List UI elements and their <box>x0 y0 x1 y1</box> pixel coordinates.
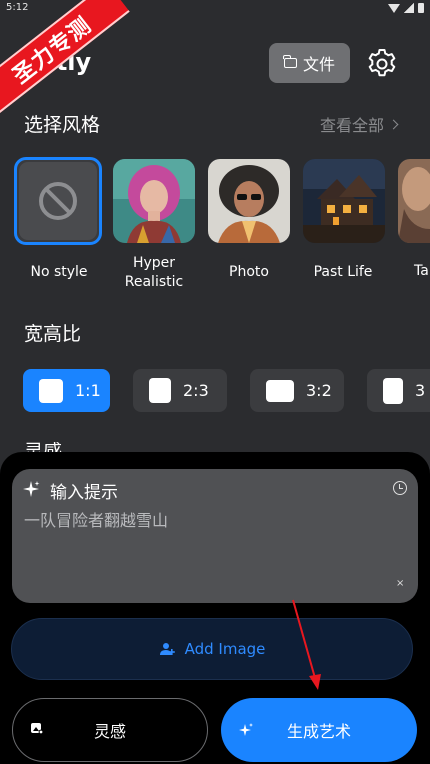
style-label-no-style: No style <box>30 264 88 280</box>
style-card-no-style[interactable] <box>14 157 102 245</box>
ratio-option-3-2[interactable]: 3:2 <box>250 369 344 412</box>
generate-sparkle-icon <box>239 723 253 736</box>
ratio-option-2-3[interactable]: 2:3 <box>133 369 227 412</box>
annotation-arrow <box>292 599 321 690</box>
prohibited-icon <box>39 182 77 220</box>
view-all-link[interactable]: 查看全部 <box>320 112 399 136</box>
prompt-title: 输入提示 <box>50 483 118 503</box>
ratio-portrait-icon <box>149 378 171 403</box>
style-card-past-life[interactable] <box>303 159 385 243</box>
ratio-label-more: 3 <box>415 381 426 400</box>
settings-button[interactable] <box>364 46 400 82</box>
add-image-label: Add Image <box>184 640 266 658</box>
ratio-option-more[interactable]: 3 <box>367 369 430 412</box>
photo-thumbnail <box>208 159 290 243</box>
ta-thumbnail <box>398 159 430 243</box>
status-icons <box>388 3 424 13</box>
clear-icon[interactable]: × <box>396 578 404 589</box>
ratio-landscape-icon <box>266 379 294 402</box>
image-edit-icon <box>31 723 44 735</box>
folder-icon <box>283 55 297 68</box>
style-card-photo[interactable] <box>208 159 290 243</box>
file-button-label: 文件 <box>302 55 335 74</box>
prompt-textarea[interactable]: 一队冒险者翻越雪山 <box>24 507 168 531</box>
chevron-right-icon <box>388 119 399 129</box>
ratio-tall-icon <box>383 377 403 404</box>
wifi-icon <box>388 3 400 13</box>
generate-label: 生成艺术 <box>286 722 351 741</box>
style-card-ta[interactable] <box>398 159 430 243</box>
style-label-hyper-line2: Realistic <box>124 274 184 290</box>
style-label-ta: Ta <box>414 263 429 279</box>
signal-icon <box>404 3 414 13</box>
style-label-past-life: Past Life <box>313 264 373 280</box>
aspect-section-title: 宽高比 <box>24 323 82 345</box>
gear-icon <box>368 49 396 77</box>
ratio-option-1-1[interactable]: 1:1 <box>23 369 110 412</box>
history-icon[interactable] <box>393 481 407 495</box>
add-person-icon <box>159 643 175 655</box>
style-label-hyper-line1: Hyper <box>132 255 176 271</box>
ratio-square-icon <box>39 378 63 403</box>
ratio-label-1-1: 1:1 <box>75 381 101 400</box>
battery-icon <box>418 3 424 13</box>
past-life-thumbnail <box>303 159 385 243</box>
style-label-hyper-realistic: Hyper Realistic <box>109 254 199 292</box>
file-button[interactable]: 文件 <box>269 43 350 83</box>
inspire-label: 灵感 <box>93 722 126 741</box>
style-label-photo: Photo <box>229 264 269 280</box>
ratio-label-3-2: 3:2 <box>306 381 332 400</box>
hyper-realistic-thumbnail <box>113 159 195 243</box>
ratio-label-2-3: 2:3 <box>183 381 209 400</box>
view-all-label: 查看全部 <box>320 116 385 135</box>
status-time: 5:12 <box>6 2 29 13</box>
style-card-hyper-realistic[interactable] <box>113 159 195 243</box>
styles-section-title: 选择风格 <box>24 114 101 136</box>
sparkle-icon <box>23 481 40 497</box>
add-image-button[interactable]: Add Image <box>11 618 413 680</box>
style-thumb-no-style <box>19 162 97 240</box>
